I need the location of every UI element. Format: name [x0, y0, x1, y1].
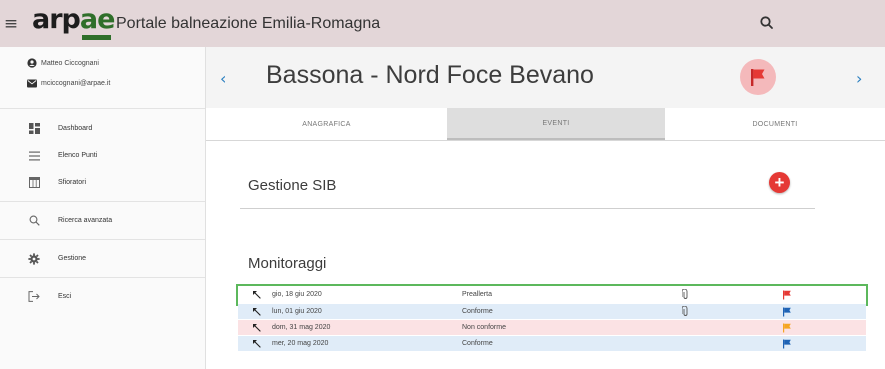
row-date: mer, 20 mag 2020 — [272, 340, 329, 347]
add-sib-button[interactable]: + — [769, 172, 790, 193]
table-row[interactable]: dom, 31 mag 2020 Non conforme — [238, 320, 866, 336]
page-title: Bassona - Nord Foce Bevano — [266, 61, 594, 89]
row-status: Conforme — [462, 340, 493, 347]
previous-chevron-icon[interactable]: ‹ — [220, 69, 226, 88]
sample-tool-icon — [252, 290, 264, 300]
next-chevron-icon[interactable]: › — [856, 69, 862, 88]
section-title-gestione-sib: Gestione SIB — [248, 177, 337, 194]
sidebar-item-label: Esci — [58, 293, 72, 300]
list-icon — [28, 150, 40, 162]
tab-bar: ANAGRAFICA EVENTI DOCUMENTI — [206, 108, 885, 141]
sidebar-item-dashboard[interactable]: Dashboard — [0, 115, 205, 142]
user-name-row: Matteo Ciccognani — [0, 53, 205, 73]
sidebar: Matteo Ciccognani mciccognani@arpae.it D… — [0, 47, 206, 369]
flag-icon — [782, 323, 802, 333]
status-flag-badge — [740, 59, 776, 95]
table-row[interactable]: mer, 20 mag 2020 Conforme — [238, 336, 866, 352]
sidebar-item-elenco-punti[interactable]: Elenco Punti — [0, 142, 205, 169]
tab-documenti[interactable]: DOCUMENTI — [665, 108, 885, 140]
calendar-grid-icon — [28, 177, 40, 189]
sidebar-divider — [0, 239, 205, 240]
attachment-icon — [682, 306, 782, 317]
attachment-icon — [682, 289, 782, 300]
flag-icon — [782, 307, 802, 317]
sample-tool-icon — [252, 307, 264, 317]
sidebar-item-sfioratori[interactable]: Sfioratori — [0, 169, 205, 196]
sidebar-item-label: Ricerca avanzata — [58, 217, 113, 224]
table-row[interactable]: gio, 18 giu 2020 Preallerta — [236, 284, 868, 306]
row-date: dom, 31 mag 2020 — [272, 324, 331, 331]
logout-icon — [28, 291, 40, 303]
sidebar-item-label: Gestione — [58, 255, 87, 262]
table-row[interactable]: lun, 01 giu 2020 Conforme — [238, 304, 866, 320]
flag-icon — [782, 290, 802, 300]
sample-tool-icon — [252, 339, 264, 349]
main-content: ‹ Bassona - Nord Foce Bevano › ANAGRAFIC… — [206, 47, 885, 369]
sidebar-item-label: Sfioratori — [58, 179, 87, 186]
row-status: Non conforme — [462, 324, 506, 331]
sidebar-item-label: Dashboard — [58, 125, 93, 132]
row-date: gio, 18 giu 2020 — [272, 291, 322, 298]
row-status: Conforme — [462, 308, 493, 315]
user-info: Matteo Ciccognani mciccognani@arpae.it — [0, 47, 205, 109]
mail-icon — [27, 79, 37, 87]
flag-icon — [782, 339, 802, 349]
sidebar-item-ricerca-avanzata[interactable]: Ricerca avanzata — [0, 207, 205, 234]
section-divider — [240, 208, 815, 209]
section-title-monitoraggi: Monitoraggi — [248, 255, 327, 272]
page-header: ‹ Bassona - Nord Foce Bevano › — [206, 47, 885, 108]
sidebar-divider — [0, 277, 205, 278]
sidebar-item-esci[interactable]: Esci — [0, 283, 205, 310]
account-icon — [27, 58, 37, 68]
hamburger-icon[interactable]: ≡ — [0, 0, 22, 47]
top-bar: ≡ arpae Portale balneazione Emilia-Romag… — [0, 0, 885, 47]
user-email: mciccognani@arpae.it — [41, 79, 111, 87]
row-status: Preallerta — [462, 291, 492, 298]
tab-eventi[interactable]: EVENTI — [447, 108, 665, 140]
tab-anagrafica[interactable]: ANAGRAFICA — [206, 108, 447, 140]
user-name: Matteo Ciccognani — [41, 59, 99, 67]
dashboard-icon — [28, 123, 40, 135]
sidebar-nav: Dashboard Elenco Punti Sfioratori Ricerc… — [0, 109, 205, 310]
monitoraggi-table: gio, 18 giu 2020 Preallerta lun, 01 giu 20… — [236, 284, 868, 352]
sidebar-divider — [0, 201, 205, 202]
sample-tool-icon — [252, 323, 264, 333]
sidebar-item-label: Elenco Punti — [58, 152, 98, 159]
gear-icon — [28, 252, 40, 265]
app-title: Portale balneazione Emilia-Romagna — [116, 14, 381, 32]
sidebar-item-gestione[interactable]: Gestione — [0, 245, 205, 272]
row-date: lun, 01 giu 2020 — [272, 308, 322, 315]
flag-icon — [751, 69, 765, 86]
search-icon — [28, 215, 40, 227]
arpae-logo: arpae — [28, 0, 115, 47]
search-icon[interactable] — [758, 14, 776, 32]
user-email-row: mciccognani@arpae.it — [0, 73, 205, 93]
